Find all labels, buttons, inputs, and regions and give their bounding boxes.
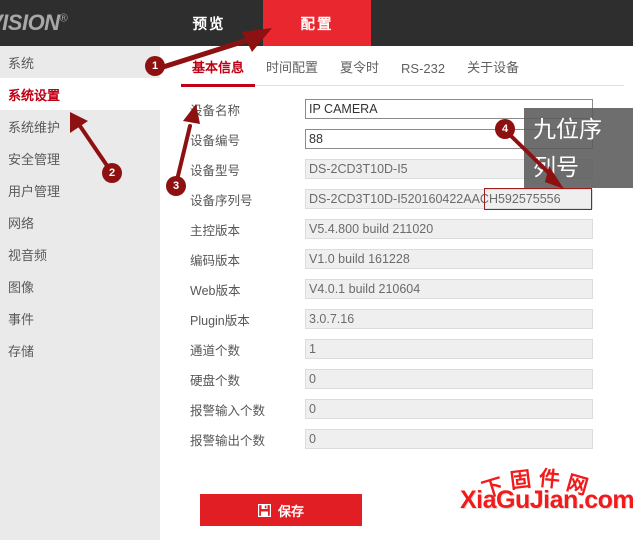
sidebar-item-system-maintenance[interactable]: 系统维护 [0, 110, 160, 142]
label-alarm-out-count: 报警输出个数 [190, 433, 266, 448]
label-channel-count: 通道个数 [190, 343, 241, 358]
label-device-name: 设备名称 [190, 103, 241, 118]
web-version-input [305, 279, 593, 299]
field-hdd-count [305, 369, 593, 389]
tab-about-device[interactable]: 关于设备 [456, 57, 530, 85]
label-device-model: 设备型号 [190, 163, 241, 178]
label-web-version: Web版本 [190, 283, 241, 298]
channel-count-input [305, 339, 593, 359]
annotation-marker-2: 2 [102, 163, 122, 183]
label-hdd-count: 硬盘个数 [190, 373, 241, 388]
tab-dst[interactable]: 夏令时 [329, 57, 390, 85]
annotation-marker-1: 1 [145, 56, 165, 76]
annotation-marker-3: 3 [166, 176, 186, 196]
tab-rs232[interactable]: RS-232 [390, 61, 456, 85]
callout-line-1: 九位序 [533, 116, 602, 142]
alarm-in-count-input [305, 399, 593, 419]
watermark-chinese-text: 下 固 件 网 [479, 462, 612, 503]
label-firmware-version: 主控版本 [190, 223, 241, 238]
watermark-domain-text: XiaGuJian.com [460, 486, 633, 514]
sidebar-item-storage[interactable]: 存储 [0, 334, 160, 366]
save-button[interactable]: 保存 [200, 494, 362, 526]
label-encoder-version: 编码版本 [190, 253, 241, 268]
field-alarm-out-count [305, 429, 593, 449]
label-alarm-in-count: 报警输入个数 [190, 403, 266, 418]
label-device-no: 设备编号 [190, 133, 241, 148]
sidebar-item-user-management[interactable]: 用户管理 [0, 174, 160, 206]
sidebar-item-image[interactable]: 图像 [0, 270, 160, 302]
brand-logo: VISION® [0, 0, 155, 46]
tab-bar: 基本信息 时间配置 夏令时 RS-232 关于设备 [181, 46, 624, 87]
form-row-alarm-in-count: 报警输入个数 [160, 394, 633, 424]
sidebar-item-event[interactable]: 事件 [0, 302, 160, 334]
brand-logo-word: VISION [0, 10, 60, 35]
plugin-version-input [305, 309, 593, 329]
brand-logo-text: VISION® [0, 10, 68, 36]
top-bar: VISION® 预览 配置 [0, 0, 633, 46]
encoder-version-input [305, 249, 593, 269]
callout-line-2: 列号 [533, 154, 579, 180]
form-row-encoder-version: 编码版本 [160, 244, 633, 274]
floppy-disk-icon [257, 503, 271, 517]
watermark: 下 固 件 网 XiaGuJian.com [460, 462, 633, 518]
firmware-version-input [305, 219, 593, 239]
label-plugin-version: Plugin版本 [190, 313, 250, 328]
sidebar-item-network[interactable]: 网络 [0, 206, 160, 238]
form-row-alarm-out-count: 报警输出个数 [160, 424, 633, 454]
tab-time-settings[interactable]: 时间配置 [255, 57, 329, 85]
save-button-label: 保存 [277, 503, 304, 519]
callout-tooltip: 九位序 列号 [524, 108, 633, 188]
sidebar-item-system-settings[interactable]: 系统设置 [0, 78, 160, 110]
form-row-web-version: Web版本 [160, 274, 633, 304]
tab-basic-info[interactable]: 基本信息 [181, 57, 256, 87]
field-alarm-in-count [305, 399, 593, 419]
form-row-channel-count: 通道个数 [160, 334, 633, 364]
sidebar: 系统 系统设置 系统维护 安全管理 用户管理 网络 视音频 图像 事件 存储 [0, 46, 160, 540]
field-web-version [305, 279, 593, 299]
field-plugin-version [305, 309, 593, 329]
hdd-count-input [305, 369, 593, 389]
form-row-serial-number: 设备序列号 [160, 184, 633, 214]
serial-number-input [305, 189, 593, 209]
sidebar-item-security-management[interactable]: 安全管理 [0, 142, 160, 174]
field-encoder-version [305, 249, 593, 269]
annotation-marker-4: 4 [495, 119, 515, 139]
form-row-firmware-version: 主控版本 [160, 214, 633, 244]
form-row-plugin-version: Plugin版本 [160, 304, 633, 334]
field-channel-count [305, 339, 593, 359]
sidebar-item-system[interactable]: 系统 [0, 46, 160, 78]
field-serial-number [305, 188, 593, 210]
form-row-hdd-count: 硬盘个数 [160, 364, 633, 394]
alarm-out-count-input [305, 429, 593, 449]
sidebar-item-video-audio[interactable]: 视音频 [0, 238, 160, 270]
registered-trademark-icon: ® [59, 12, 68, 25]
field-firmware-version [305, 219, 593, 239]
topnav-item-configuration[interactable]: 配置 [263, 0, 371, 46]
top-navigation: 预览 配置 [155, 0, 371, 46]
topnav-item-preview[interactable]: 预览 [155, 0, 263, 46]
